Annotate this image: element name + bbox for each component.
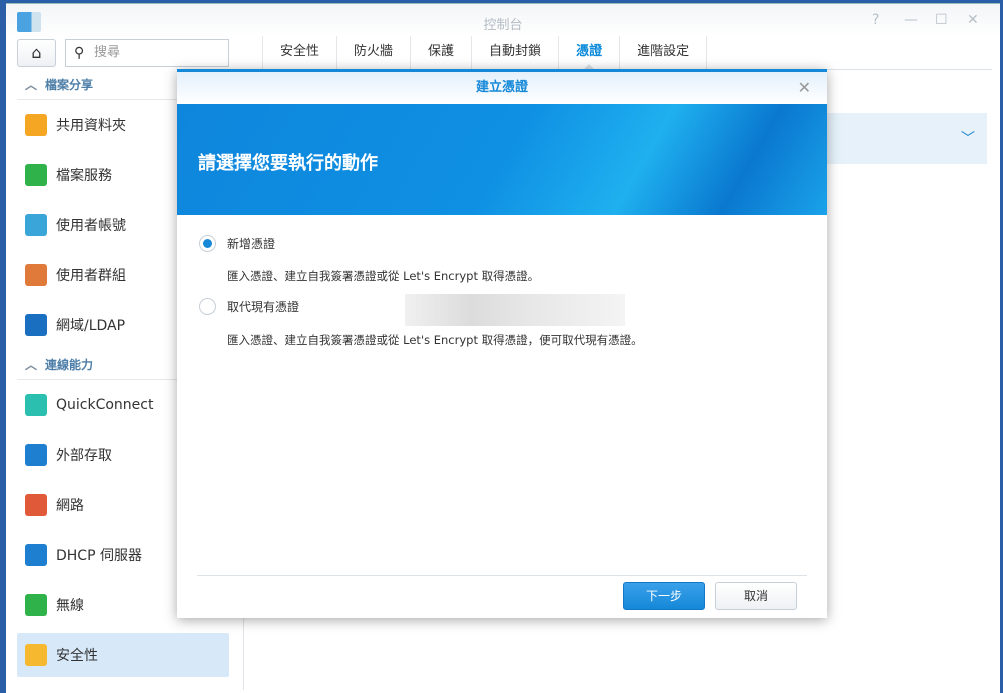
sidebar-item-label: 安全性 <box>56 648 98 664</box>
search-input[interactable]: ⚲ 搜尋 <box>65 39 229 67</box>
option-label: 取代現有憑證 <box>227 300 300 314</box>
cancel-button[interactable]: 取消 <box>715 582 797 610</box>
sidebar-item-label: DHCP 伺服器 <box>56 548 142 564</box>
sidebar-item[interactable]: 安全性 <box>17 633 229 677</box>
option-replace-certificate[interactable]: 取代現有憑證 <box>199 298 299 315</box>
tab-bar: 安全性 防火牆 保護 自動封鎖 憑證 進階設定 <box>262 36 992 70</box>
tab-advanced[interactable]: 進階設定 <box>619 36 708 69</box>
minimize-button[interactable]: — <box>904 12 918 28</box>
tab-auto-block[interactable]: 自動封鎖 <box>471 36 558 69</box>
sidebar-item-label: 使用者帳號 <box>56 218 126 234</box>
home-button[interactable]: ⌂ <box>17 39 56 67</box>
sidebar-item-label: 使用者群組 <box>56 268 126 284</box>
sidebar-item-label: 網路 <box>56 498 84 514</box>
sidebar-item-icon <box>25 114 47 136</box>
radio-replace-certificate[interactable] <box>199 298 216 315</box>
create-certificate-dialog: 建立憑證 ✕ 請選擇您要執行的動作 新增憑證 匯入憑證、建立自我簽署憑證或從 Le… <box>177 69 827 618</box>
dialog-banner: 請選擇您要執行的動作 <box>177 104 827 215</box>
option-description: 匯入憑證、建立自我簽署憑證或從 Let's Encrypt 取得憑證，便可取代現… <box>227 333 643 347</box>
sidebar-item-label: 共用資料夾 <box>56 118 126 134</box>
window-title: 控制台 <box>483 18 523 33</box>
sidebar-item-icon <box>25 444 47 466</box>
tab-firewall[interactable]: 防火牆 <box>336 36 410 69</box>
dialog-close-icon[interactable]: ✕ <box>798 72 811 104</box>
dialog-title: 建立憑證 <box>475 80 528 95</box>
sidebar-item-icon <box>25 214 47 236</box>
tab-protection[interactable]: 保護 <box>410 36 471 69</box>
tab-security[interactable]: 安全性 <box>262 36 336 69</box>
sidebar-item-icon <box>25 544 47 566</box>
sidebar-item-icon <box>25 594 47 616</box>
next-button[interactable]: 下一步 <box>623 582 705 610</box>
redacted-text <box>405 294 625 326</box>
help-icon[interactable]: ? <box>872 12 879 28</box>
section-label: 連線能力 <box>45 358 94 372</box>
sidebar-item-label: 外部存取 <box>56 448 112 464</box>
option-add-certificate[interactable]: 新增憑證 <box>199 235 275 252</box>
title-bar: 控制台 ? — ☐ ✕ <box>6 4 1000 38</box>
chevron-up-icon: ︿ <box>25 78 38 92</box>
sidebar-item-icon <box>25 314 47 336</box>
sidebar-item-icon <box>25 494 47 516</box>
sidebar-item-icon <box>25 394 47 416</box>
sidebar-item-icon <box>25 644 47 666</box>
sidebar-item-label: QuickConnect <box>56 397 154 413</box>
tab-certificate[interactable]: 憑證 <box>558 36 619 70</box>
chevron-up-icon: ︿ <box>25 358 38 372</box>
chevron-down-icon[interactable]: ﹀ <box>961 128 975 148</box>
close-button[interactable]: ✕ <box>967 12 979 28</box>
sidebar-item-label: 無線 <box>56 598 84 614</box>
maximize-button[interactable]: ☐ <box>935 12 948 28</box>
search-placeholder: 搜尋 <box>94 45 121 60</box>
sidebar-item-label: 檔案服務 <box>56 168 112 184</box>
option-description: 匯入憑證、建立自我簽署憑證或從 Let's Encrypt 取得憑證。 <box>227 269 540 283</box>
radio-add-certificate[interactable] <box>199 235 216 252</box>
sidebar-item-icon <box>25 264 47 286</box>
option-label: 新增憑證 <box>227 237 276 251</box>
dialog-header: 建立憑證 ✕ <box>177 72 827 104</box>
home-icon: ⌂ <box>31 43 42 62</box>
certificate-row[interactable]: ﹀ <box>826 113 987 164</box>
footer-divider <box>197 575 807 576</box>
sidebar-item-label: 網域/LDAP <box>56 318 126 334</box>
section-label: 檔案分享 <box>45 78 94 92</box>
sidebar-item-icon <box>25 164 47 186</box>
search-icon: ⚲ <box>74 45 85 61</box>
